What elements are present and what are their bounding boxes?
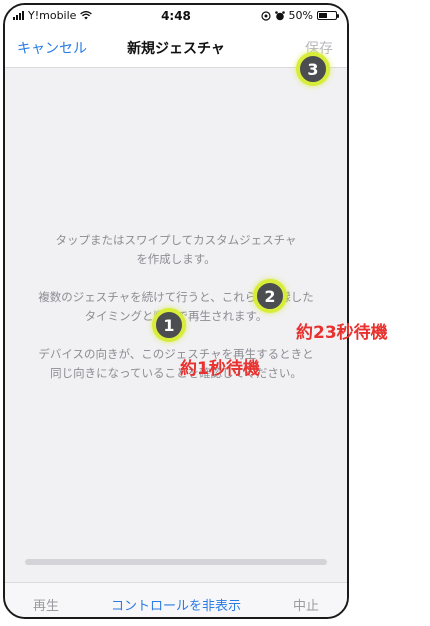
step-marker-1: 1 (152, 308, 186, 342)
instruction-line-5: デバイスの向きが、このジェスチャを再生するときと (38, 347, 314, 361)
stop-button[interactable]: 中止 (293, 595, 319, 614)
instruction-line-2: を作成します。 (136, 252, 216, 266)
battery-icon (317, 11, 339, 20)
step-marker-3: 3 (296, 52, 330, 86)
instruction-line-1: タップまたはスワイプしてカスタムジェスチャ (55, 233, 297, 247)
step-marker-2: 2 (253, 279, 287, 313)
alarm-icon (274, 10, 285, 20)
instruction-line-6: 同じ向きになっていることを確認してください。 (50, 366, 302, 380)
instruction-line-3: 複数のジェスチャを続けて行うと、これらを記録した (38, 290, 314, 304)
location-icon (260, 10, 271, 21)
wait-23-seconds-note: 約23秒待機 (296, 323, 388, 343)
timeline-area (5, 546, 347, 582)
timeline-slider[interactable] (25, 559, 327, 565)
battery-fill (319, 13, 327, 18)
navigation-bar: キャンセル 新規ジェスチャ 保存 (5, 27, 347, 68)
bottom-toolbar: 再生 コントロールを非表示 中止 (5, 582, 347, 617)
status-bar: Y!mobile 4:48 50% (5, 5, 347, 27)
gesture-canvas[interactable]: タップまたはスワイプしてカスタムジェスチャ を作成します。 複数のジェスチャを続… (5, 68, 347, 546)
wait-1-second-note: 約1秒待機 (180, 359, 260, 379)
page-title: 新規ジェスチャ (127, 41, 225, 57)
status-right: 50% (260, 9, 339, 22)
battery-percent: 50% (288, 9, 313, 22)
